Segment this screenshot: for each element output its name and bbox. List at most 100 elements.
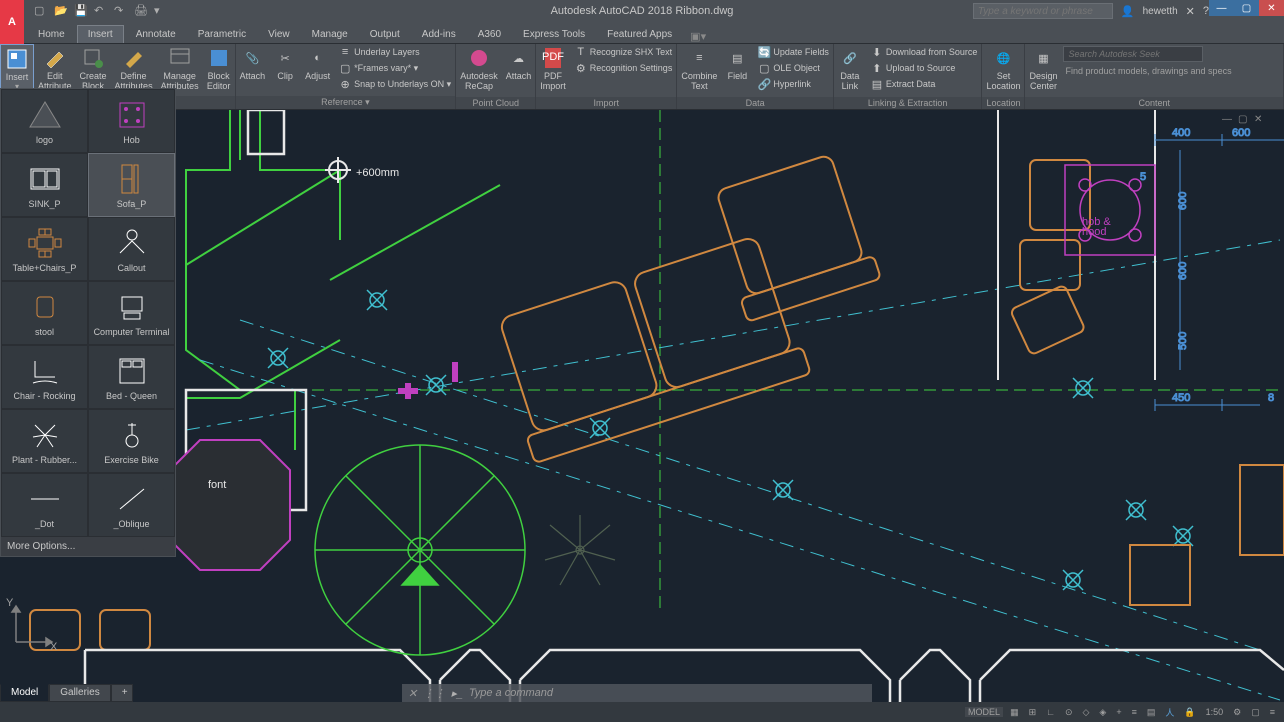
ribbon-group-pointcloud: Autodesk ReCap ☁Attach Point Cloud: [456, 44, 536, 109]
palette-item-bed-queen[interactable]: Bed - Queen: [88, 345, 175, 409]
svg-text:PDF: PDF: [542, 51, 564, 63]
tab-output[interactable]: Output: [360, 26, 410, 43]
palette-item-logo[interactable]: logo: [1, 89, 88, 153]
extract-data-button[interactable]: ▤Extract Data: [866, 76, 982, 92]
qat-undo-icon[interactable]: ↶: [94, 4, 108, 18]
palette-item-stool[interactable]: stool: [1, 281, 88, 345]
qat-open-icon[interactable]: 📂: [54, 4, 68, 18]
layout-tab-add[interactable]: +: [111, 684, 133, 702]
block-editor-button[interactable]: Block Editor: [203, 44, 235, 96]
maximize-button[interactable]: ▢: [1234, 0, 1259, 16]
status-lwt-icon[interactable]: ≡: [1129, 707, 1140, 717]
qat-save-icon[interactable]: 💾: [74, 4, 88, 18]
help-search-input[interactable]: [973, 3, 1113, 19]
qat-redo-icon[interactable]: ↷: [114, 4, 128, 18]
status-qp-icon[interactable]: ▤: [1144, 707, 1159, 718]
ribbon-group-label[interactable]: Reference ▾: [236, 96, 456, 109]
data-link-button[interactable]: 🔗Data Link: [834, 44, 866, 97]
drawing-canvas[interactable]: 大大 font: [0, 110, 1284, 702]
snap-underlays-button[interactable]: ⊕Snap to Underlays ON ▾: [334, 76, 455, 92]
tab-parametric[interactable]: Parametric: [188, 26, 256, 43]
status-ann-icon[interactable]: 🔒: [1181, 707, 1198, 718]
field-button[interactable]: ▤Field: [721, 44, 753, 97]
tab-a360[interactable]: A360: [468, 26, 511, 43]
palette-item-callout[interactable]: Callout: [88, 217, 175, 281]
status-gear-icon[interactable]: ⚙: [1230, 707, 1244, 718]
tab-featured-apps[interactable]: Featured Apps: [597, 26, 682, 43]
adjust-button[interactable]: ◐Adjust: [301, 44, 334, 96]
close-button[interactable]: ✕: [1259, 0, 1284, 16]
tab-express-tools[interactable]: Express Tools: [513, 26, 595, 43]
status-osnap-icon[interactable]: ◇: [1079, 707, 1092, 718]
status-customize-icon[interactable]: ≡: [1267, 707, 1278, 717]
status-3dosnap-icon[interactable]: ◈: [1096, 707, 1109, 718]
palette-item-computer[interactable]: Computer Terminal: [88, 281, 175, 345]
set-location-button[interactable]: 🌐Set Location: [982, 44, 1024, 97]
palette-item-chair-rocking[interactable]: Chair - Rocking: [1, 345, 88, 409]
block-editor-icon: [207, 46, 231, 70]
qat-plot-icon[interactable]: 🖨: [134, 4, 148, 18]
status-snap-icon[interactable]: ⊞: [1026, 707, 1040, 718]
status-max-icon[interactable]: ▢: [1248, 707, 1263, 718]
palette-item-table-chairs[interactable]: Table+Chairs_P: [1, 217, 88, 281]
layout-tab-model[interactable]: Model: [0, 684, 49, 702]
ole-object-button[interactable]: ▢OLE Object: [753, 60, 833, 76]
palette-item-oblique[interactable]: _Oblique: [88, 473, 175, 537]
attach-icon: 📎: [240, 46, 264, 70]
seek-search-input[interactable]: [1063, 46, 1203, 62]
app-logo[interactable]: A: [0, 0, 24, 44]
underlay-layers-button[interactable]: ≡Underlay Layers: [334, 44, 455, 60]
tab-manage[interactable]: Manage: [302, 26, 358, 43]
tab-home[interactable]: Home: [28, 26, 75, 43]
combine-text-button[interactable]: ≡Combine Text: [677, 44, 721, 97]
update-fields-button[interactable]: 🔄Update Fields: [753, 44, 833, 60]
recap-button[interactable]: Autodesk ReCap: [456, 44, 502, 97]
status-grid-icon[interactable]: ▦: [1007, 707, 1022, 718]
tab-expand-icon[interactable]: ▣▾: [690, 30, 706, 43]
ribbon: Insert▾ Edit Attribute Create Block Defi…: [0, 44, 1284, 110]
command-line[interactable]: ✕ ⋮⋮ ▸_ Type a command: [402, 684, 872, 702]
tab-view[interactable]: View: [258, 26, 300, 43]
title-right: 👤 hewetth ✕ ?: [973, 3, 1209, 19]
palette-item-dot[interactable]: _Dot: [1, 473, 88, 537]
exchange-icon[interactable]: ✕: [1186, 5, 1195, 18]
viewport-close-icon[interactable]: ✕: [1254, 114, 1266, 126]
tab-insert[interactable]: Insert: [77, 25, 124, 43]
status-iso-icon[interactable]: 人: [1162, 706, 1177, 719]
upload-source-button[interactable]: ⬆Upload to Source: [866, 60, 982, 76]
tab-annotate[interactable]: Annotate: [126, 26, 186, 43]
attach-pc-button[interactable]: ☁Attach: [502, 44, 536, 97]
recognize-shx-button[interactable]: TRecognize SHX Text: [570, 44, 677, 60]
palette-item-exercise-bike[interactable]: Exercise Bike: [88, 409, 175, 473]
recognition-settings-button[interactable]: ⚙Recognition Settings: [570, 60, 677, 76]
signin-icon[interactable]: 👤: [1121, 5, 1135, 18]
clip-button[interactable]: ✂Clip: [269, 44, 301, 96]
viewport-minimize-icon[interactable]: —: [1222, 114, 1234, 126]
frames-vary-button[interactable]: ▢*Frames vary* ▾: [334, 60, 455, 76]
palette-item-plant-rubber[interactable]: Plant - Rubber...: [1, 409, 88, 473]
viewport-maximize-icon[interactable]: ▢: [1238, 114, 1250, 126]
layers-icon: ≡: [338, 45, 352, 59]
minimize-button[interactable]: —: [1209, 0, 1234, 16]
pdf-import-button[interactable]: PDFPDF Import: [536, 44, 570, 97]
qat-more-icon[interactable]: ▾: [154, 4, 168, 18]
palette-item-sofa[interactable]: Sofa_P: [88, 153, 175, 217]
download-source-button[interactable]: ⬇Download from Source: [866, 44, 982, 60]
qat-new-icon[interactable]: ▢: [34, 4, 48, 18]
palette-item-sink[interactable]: SINK_P: [1, 153, 88, 217]
user-name[interactable]: hewetth: [1143, 6, 1178, 17]
palette-item-hob[interactable]: Hob: [88, 89, 175, 153]
status-scale[interactable]: 1:50: [1203, 707, 1227, 717]
palette-more-options[interactable]: More Options...: [1, 537, 175, 556]
cmdline-handle-icon[interactable]: ⋮⋮: [423, 687, 445, 700]
status-ortho-icon[interactable]: ∟: [1043, 707, 1058, 717]
status-model[interactable]: MODEL: [965, 707, 1003, 717]
status-polar-icon[interactable]: ⊙: [1062, 707, 1076, 718]
layout-tab-galleries[interactable]: Galleries: [49, 684, 110, 702]
hyperlink-button[interactable]: 🔗Hyperlink: [753, 76, 833, 92]
attach-button[interactable]: 📎Attach: [236, 44, 270, 96]
status-dyn-icon[interactable]: +: [1113, 707, 1124, 717]
design-center-button[interactable]: ▦Design Center: [1025, 44, 1061, 97]
tab-addins[interactable]: Add-ins: [412, 26, 466, 43]
cmdline-close-icon[interactable]: ✕: [408, 687, 417, 700]
